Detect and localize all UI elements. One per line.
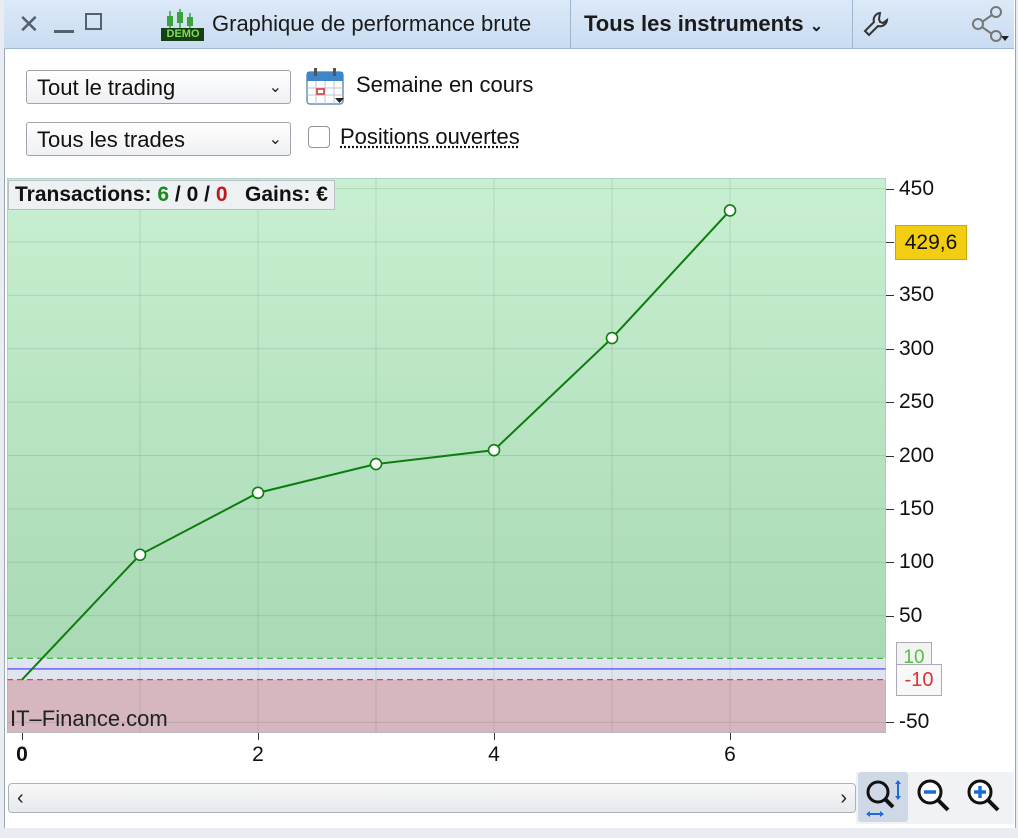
profit-zone [7, 178, 886, 658]
transactions-label: Transactions: [15, 183, 152, 206]
neutral-count: 0 [187, 183, 199, 206]
minimize-icon[interactable] [54, 30, 74, 33]
separator: / [204, 183, 210, 206]
y-tick-mark [886, 616, 894, 617]
data-point[interactable] [371, 459, 382, 470]
losses-count: 0 [216, 183, 228, 206]
window-title: Graphique de performance brute [212, 0, 531, 48]
data-point[interactable] [253, 487, 264, 498]
open-positions-checkbox[interactable] [308, 126, 330, 148]
data-point[interactable] [725, 205, 736, 216]
watermark: IT–Finance.com [10, 706, 168, 732]
title-bar: ✕ DEMO Graphique de performance brute To… [4, 0, 1014, 49]
x-tick-label: 4 [486, 743, 502, 767]
y-tick-label: 350 [899, 283, 934, 307]
gains-label: Gains: € [245, 183, 328, 206]
chevron-down-icon: ⌄ [269, 123, 282, 157]
chevron-down-icon: ⌄ [269, 71, 282, 105]
zoom-out-icon[interactable] [910, 772, 960, 822]
y-tick-mark [886, 562, 894, 563]
y-tick-mark [886, 242, 894, 243]
title-separator [570, 0, 571, 48]
scroll-left-icon[interactable]: ‹ [17, 784, 24, 812]
data-point[interactable] [135, 549, 146, 560]
x-tick-label: 6 [722, 743, 738, 767]
zoom-toolbar [856, 772, 1014, 824]
y-tick-label: 150 [899, 497, 934, 521]
y-tick-mark [886, 189, 894, 190]
share-icon[interactable] [970, 6, 1012, 44]
y-tick-label: 300 [899, 337, 934, 361]
scroll-right-icon[interactable]: › [840, 784, 847, 812]
instruments-dropdown[interactable]: Tous les instruments ⌄ [584, 0, 823, 51]
wrench-icon[interactable] [862, 10, 890, 38]
horizontal-scrollbar[interactable]: ‹ › [8, 783, 856, 813]
instruments-label: Tous les instruments [584, 11, 804, 36]
performance-chart [7, 178, 886, 733]
y-tick-mark [886, 349, 894, 350]
y-tick-label: 50 [899, 604, 922, 628]
demo-badge: DEMO [162, 28, 204, 41]
y-tick-label: 250 [899, 390, 934, 414]
title-separator [852, 0, 853, 48]
y-tick-mark [886, 722, 894, 723]
x-tick-mark [258, 733, 259, 740]
zoom-in-icon[interactable] [960, 772, 1010, 822]
lower-threshold-tag: -10 [896, 664, 942, 696]
chevron-down-icon: ⌄ [810, 18, 823, 35]
y-tick-mark [886, 295, 894, 296]
trading-select-value: Tout le trading [37, 75, 175, 100]
y-tick-label: 450 [899, 177, 934, 201]
trades-select[interactable]: Tous les trades ⌄ [26, 122, 291, 156]
y-tick-label: 200 [899, 444, 934, 468]
x-tick-mark [22, 733, 23, 740]
data-point[interactable] [489, 445, 500, 456]
x-tick-mark [494, 733, 495, 740]
y-tick-mark [886, 509, 894, 510]
maximize-icon[interactable] [85, 13, 102, 30]
separator: / [175, 183, 181, 206]
zoom-fit-icon[interactable] [858, 772, 908, 822]
calendar-icon[interactable] [305, 66, 347, 106]
y-tick-label: -50 [899, 710, 929, 734]
x-tick-label: 0 [14, 743, 30, 767]
x-tick-mark [730, 733, 731, 740]
transactions-summary: Transactions: 6 / 0 / 0 Gains: € [8, 180, 335, 210]
open-positions-label[interactable]: Positions ouvertes [340, 124, 520, 150]
y-tick-label: 100 [899, 550, 934, 574]
last-value-tag: 429,6 [895, 225, 967, 260]
y-tick-mark [886, 456, 894, 457]
data-point[interactable] [607, 333, 618, 344]
y-tick-mark [886, 402, 894, 403]
x-tick-label: 2 [250, 743, 266, 767]
trading-select[interactable]: Tout le trading ⌄ [26, 70, 291, 104]
trades-select-value: Tous les trades [37, 127, 185, 152]
demo-chart-icon: DEMO [158, 8, 206, 42]
wins-count: 6 [157, 183, 169, 206]
close-icon[interactable]: ✕ [18, 0, 40, 48]
period-label: Semaine en cours [356, 72, 533, 98]
